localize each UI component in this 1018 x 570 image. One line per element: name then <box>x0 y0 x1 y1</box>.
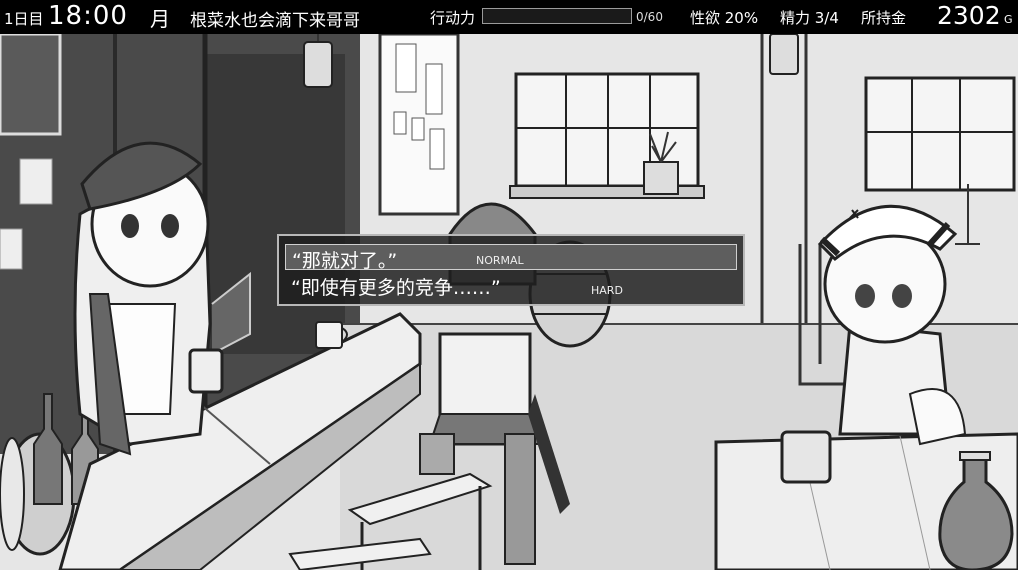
dialogue-choice-box: “那就对了。” NORMAL “即使有更多的竞争……” HARD <box>277 234 745 306</box>
money-amount: 2302 <box>937 1 1001 30</box>
mug-on-counter <box>315 321 348 349</box>
currency-symbol: G <box>1004 13 1013 26</box>
clock-time: 18:00 <box>48 1 128 31</box>
notice-board <box>378 34 460 216</box>
lamp-right <box>769 34 799 75</box>
action-points-label: 行动力 <box>430 9 476 27</box>
character-bartender <box>73 141 224 456</box>
location-name: 根菜水也会滴下来哥哥 <box>190 11 360 31</box>
lust-stat: 性欲 20% <box>690 9 759 27</box>
action-points-value: 0/60 <box>636 10 663 24</box>
choice-option-normal[interactable]: “那就对了。” NORMAL <box>285 244 737 272</box>
window-right <box>864 76 1016 192</box>
weekday: 月 <box>150 7 170 31</box>
money-label: 所持金 <box>861 9 907 27</box>
status-bar: 1日目 18:00 月 根菜水也会滴下来哥哥 行动力 0/60 性欲 20% 精… <box>0 0 1018 34</box>
difficulty-tag: HARD <box>591 284 623 297</box>
lamp-left <box>303 34 333 88</box>
choice-option-hard[interactable]: “即使有更多的竞争……” HARD <box>285 272 737 299</box>
action-points-bar <box>482 8 632 24</box>
mug-on-table <box>780 430 832 484</box>
window-center <box>509 72 705 199</box>
choice-text: “那就对了。” <box>292 250 398 272</box>
day-counter: 1日目 <box>4 10 44 28</box>
difficulty-tag: NORMAL <box>476 254 524 267</box>
choice-text: “即使有更多的竞争……” <box>291 277 501 299</box>
stamina-stat: 精力 3/4 <box>780 9 839 27</box>
